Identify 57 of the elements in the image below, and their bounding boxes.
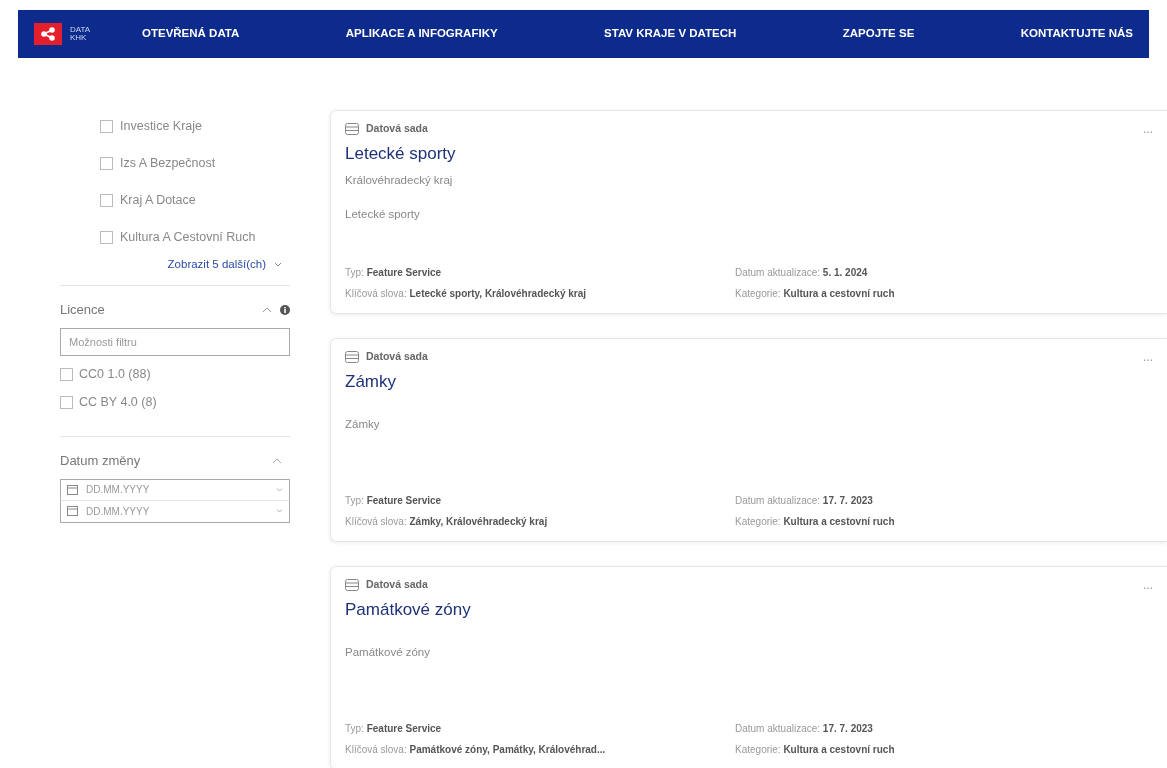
nav-link[interactable]: ZAPOJTE SE — [842, 21, 915, 47]
logo-icon[interactable] — [34, 23, 62, 46]
checkbox-label: Investice Kraje — [120, 118, 202, 136]
metadata-text: Klíčová slova: Zámky, Královéhradecký kraj — [345, 515, 549, 530]
nav-link[interactable]: OTEVŘENÁ DATA — [142, 21, 240, 47]
metadata-text: Typ: Feature Service — [345, 722, 443, 737]
metadata-text: Kategorie: Kultura a cestovní ruch — [735, 515, 896, 530]
metadata-text: Typ: Feature Service — [345, 494, 443, 509]
type-label: Datová sada — [366, 349, 429, 365]
result-title-link[interactable]: Zámky — [345, 368, 396, 395]
checkbox-label: CC BY 4.0 (8) — [79, 394, 157, 412]
checkbox[interactable] — [100, 231, 113, 245]
filter-field[interactable]: Možnosti filtru — [60, 327, 290, 357]
type-label: Datová sada — [366, 577, 429, 593]
metadata-text: Typ: Feature Service — [345, 266, 443, 281]
chevron-down-icon — [276, 509, 283, 514]
result-title-link[interactable]: Letecké sporty — [345, 140, 456, 167]
checkbox[interactable] — [60, 395, 73, 409]
chevron-up-icon[interactable] — [272, 458, 282, 465]
description-text: Památkové zóny — [345, 645, 431, 661]
checkbox-label: Izs A Bezpečnost — [120, 155, 216, 173]
logo-text: DATA KHK — [70, 26, 91, 43]
checkbox[interactable] — [100, 157, 113, 171]
database-icon — [345, 123, 359, 136]
calendar-icon — [67, 484, 78, 495]
checkbox[interactable] — [100, 194, 113, 208]
checkbox[interactable] — [60, 367, 73, 381]
section-title: Licence — [60, 301, 106, 320]
checkbox-label: CC0 1.0 (88) — [79, 366, 151, 384]
owner-text: Královéhradecký kraj — [345, 173, 454, 189]
chevron-down-icon — [274, 262, 282, 268]
database-icon — [345, 579, 359, 592]
chevron-up-icon[interactable] — [262, 307, 272, 314]
show-more-link[interactable]: Zobrazit 5 další(ch) — [167, 256, 266, 274]
section-title: Datum změny — [60, 452, 142, 471]
metadata-text: Kategorie: Kultura a cestovní ruch — [735, 287, 896, 302]
nav-link[interactable]: APLIKACE A INFOGRAFIKY — [345, 21, 498, 47]
chevron-down-icon — [276, 487, 283, 492]
type-label: Datová sada — [366, 121, 429, 137]
nav-link[interactable]: STAV KRAJE V DATECH — [604, 21, 737, 47]
metadata-text: Klíčová slova: Památkové zóny, Památky, Královéhrad... — [345, 743, 607, 758]
metadata-text: Datum aktualizace: 17. 7. 2023 — [735, 494, 874, 509]
checkbox-label: Kultura A Cestovní Ruch — [120, 229, 256, 247]
share-icon — [41, 27, 55, 42]
checkbox[interactable] — [100, 120, 113, 134]
metadata-text: Kategorie: Kultura a cestovní ruch — [735, 743, 896, 758]
checkbox-label: Kraj A Dotace — [120, 192, 196, 210]
description-text: Zámky — [345, 417, 381, 433]
info-icon — [280, 305, 290, 316]
metadata-text: Klíčová slova: Letecké sporty, Královéhradecký kraj — [345, 287, 588, 302]
metadata-text: Datum aktualizace: 5. 1. 2024 — [735, 266, 869, 281]
metadata-text: Datum aktualizace: 17. 7. 2023 — [735, 722, 874, 737]
calendar-icon — [67, 506, 78, 517]
nav-link[interactable]: KONTAKTUJTE NÁS — [1020, 21, 1133, 47]
result-title-link[interactable]: Památkové zóny — [345, 596, 471, 623]
description-text: Letecké sporty — [345, 206, 421, 222]
database-icon — [345, 351, 359, 364]
